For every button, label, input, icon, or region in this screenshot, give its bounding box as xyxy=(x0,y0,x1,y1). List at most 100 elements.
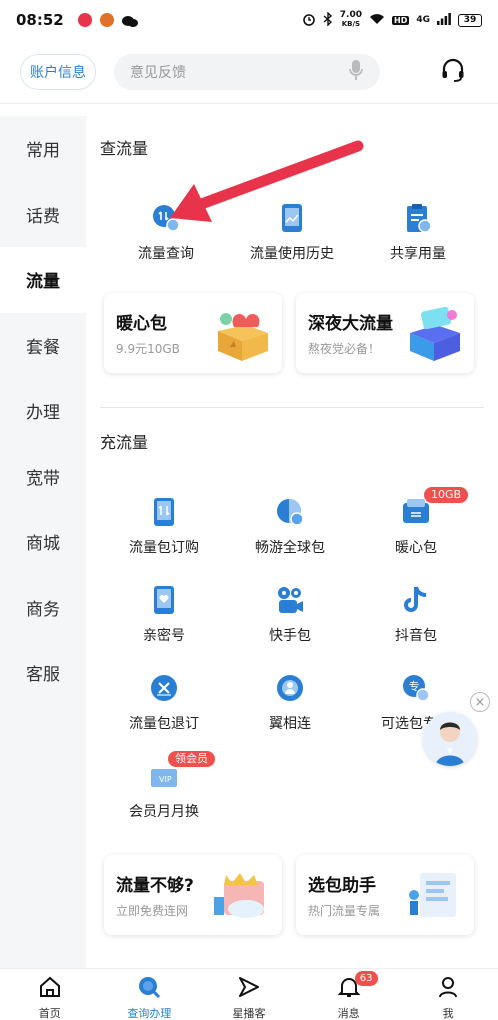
sidebar-item-bill[interactable]: 话费 xyxy=(0,182,86,248)
shared-usage-icon xyxy=(401,201,435,235)
tab-query[interactable]: 查询办理 xyxy=(100,969,200,1020)
bottom-navigation: 首页 查询办理 星播客 消息 63 我 xyxy=(0,968,498,1020)
tab-messages-label: 消息 xyxy=(337,1007,360,1020)
top-header: 账户信息 意见反馈 xyxy=(0,40,498,104)
app-notification-icon xyxy=(99,13,114,27)
data-query-icon xyxy=(149,201,183,235)
vip-monthly-label: 会员月月换 xyxy=(129,804,199,820)
microphone-icon[interactable] xyxy=(348,59,364,85)
query-section-title: 查流量 xyxy=(100,139,149,158)
global-roaming-item[interactable]: 畅游全球包 xyxy=(228,495,352,569)
main-content: 查流量 流量查询 流量使用历史 共享用量 暖心包 9.9元10GB 深夜大流量 … xyxy=(86,105,498,968)
status-time: 08:52 xyxy=(16,11,64,29)
battery-icon: 39 xyxy=(458,13,482,27)
kuaishou-item[interactable]: 快手包 xyxy=(228,583,352,657)
family-number-label: 亲密号 xyxy=(143,628,185,644)
section-divider xyxy=(100,407,484,408)
sidebar-item-service[interactable]: 客服 xyxy=(0,640,86,706)
network-speed-value: 7.00 xyxy=(339,10,362,20)
sidebar-item-broadband[interactable]: 宽带 xyxy=(0,444,86,510)
unsubscribe-label: 流量包退订 xyxy=(129,716,199,732)
bluetooth-icon xyxy=(323,10,333,29)
wifi-icon xyxy=(369,13,385,28)
kuaishou-icon xyxy=(273,583,307,617)
tab-star-podcast[interactable]: 星播客 xyxy=(199,969,299,1020)
wechat-icon xyxy=(121,14,138,27)
sidebar-item-business[interactable]: 商务 xyxy=(0,575,86,641)
signal-icon xyxy=(437,12,451,28)
recharge-section-title: 充流量 xyxy=(100,433,149,452)
douyin-icon xyxy=(399,583,433,617)
hd-badge: HD xyxy=(392,15,410,25)
sidebar-item-mall[interactable]: 商城 xyxy=(0,509,86,575)
shared-usage-label: 共享用量 xyxy=(390,246,446,262)
vip-monthly-item[interactable]: VIP 会员月月换 领会员 xyxy=(102,751,226,833)
message-count-badge: 63 xyxy=(354,971,378,986)
assistant-avatar[interactable] xyxy=(423,712,477,766)
data-query-label: 流量查询 xyxy=(138,246,194,262)
tab-messages[interactable]: 消息 63 xyxy=(299,969,399,1020)
night-box-illustration xyxy=(400,303,466,365)
account-info-button[interactable]: 账户信息 xyxy=(20,53,96,90)
tab-home[interactable]: 首页 xyxy=(0,969,100,1020)
star-podcast-icon xyxy=(237,975,261,1003)
headset-icon xyxy=(440,57,466,87)
alarm-icon xyxy=(302,12,316,29)
network-speed-unit: KB/S xyxy=(341,20,361,28)
family-number-icon xyxy=(147,583,181,617)
shared-usage-item[interactable]: 共享用量 xyxy=(356,201,480,275)
package-order-icon xyxy=(147,495,181,529)
warm-package-label: 暖心包 xyxy=(395,540,437,556)
optional-package-icon: 专 xyxy=(399,671,433,705)
tab-query-label: 查询办理 xyxy=(127,1007,172,1020)
unsubscribe-item[interactable]: 流量包退订 xyxy=(102,671,226,745)
not-enough-data-card[interactable]: 流量不够? 立即免费连网 xyxy=(104,855,282,935)
network-speed: 7.00 KB/S xyxy=(340,11,362,29)
package-helper-card[interactable]: 选包助手 热门流量专属 xyxy=(296,855,474,935)
status-bar: 08:52 7.00 KB/S HD 4G 39 xyxy=(0,0,498,40)
close-float-button[interactable]: × xyxy=(470,692,490,712)
night-data-card[interactable]: 深夜大流量 熬夜党必备！ xyxy=(296,293,474,373)
tab-star-podcast-label: 星播客 xyxy=(232,1007,266,1020)
profile-icon xyxy=(436,975,460,1003)
usage-history-item[interactable]: 流量使用历史 xyxy=(230,201,354,275)
capacity-badge: 10GB xyxy=(424,487,469,503)
sidebar-item-common[interactable]: 常用 xyxy=(0,116,86,182)
search-placeholder: 意见反馈 xyxy=(130,64,186,81)
kuaishou-label: 快手包 xyxy=(269,628,311,644)
global-roaming-icon xyxy=(273,495,307,529)
data-query-item[interactable]: 流量查询 xyxy=(104,201,228,275)
sidebar-item-data[interactable]: 流量 xyxy=(0,247,86,313)
category-sidebar: 常用 话费 流量 套餐 办理 宽带 商城 商务 客服 xyxy=(0,116,86,968)
signal-label: 4G xyxy=(416,15,430,25)
sidebar-item-plan[interactable]: 套餐 xyxy=(0,313,86,379)
tab-profile[interactable]: 我 xyxy=(398,969,498,1020)
yi-connect-item[interactable]: 翼相连 xyxy=(228,671,352,745)
search-input[interactable]: 意见反馈 xyxy=(114,53,380,90)
package-order-item[interactable]: 流量包订购 xyxy=(102,495,226,569)
douyin-label: 抖音包 xyxy=(395,628,437,644)
usage-history-icon xyxy=(275,201,309,235)
sidebar-item-handle[interactable]: 办理 xyxy=(0,378,86,444)
app-notification-icon xyxy=(77,13,92,27)
customer-service-button[interactable] xyxy=(438,57,468,87)
free-wifi-illustration xyxy=(210,865,276,927)
home-icon xyxy=(38,975,62,1003)
tab-home-label: 首页 xyxy=(38,1007,61,1020)
yi-connect-label: 翼相连 xyxy=(269,716,311,732)
package-helper-illustration xyxy=(402,865,468,927)
svg-text:VIP: VIP xyxy=(159,775,172,784)
query-icon xyxy=(137,975,161,1003)
family-number-item[interactable]: 亲密号 xyxy=(102,583,226,657)
douyin-item[interactable]: 抖音包 xyxy=(354,583,478,657)
warm-package-item[interactable]: 暖心包 10GB xyxy=(354,487,478,569)
warm-package-card[interactable]: 暖心包 9.9元10GB xyxy=(104,293,282,373)
package-order-label: 流量包订购 xyxy=(129,540,199,556)
global-roaming-label: 畅游全球包 xyxy=(255,540,325,556)
yi-connect-icon xyxy=(273,671,307,705)
usage-history-label: 流量使用历史 xyxy=(250,246,334,262)
tab-profile-label: 我 xyxy=(442,1007,454,1020)
gift-box-illustration xyxy=(210,303,276,365)
get-vip-badge: 领会员 xyxy=(168,751,215,767)
unsubscribe-icon xyxy=(147,671,181,705)
